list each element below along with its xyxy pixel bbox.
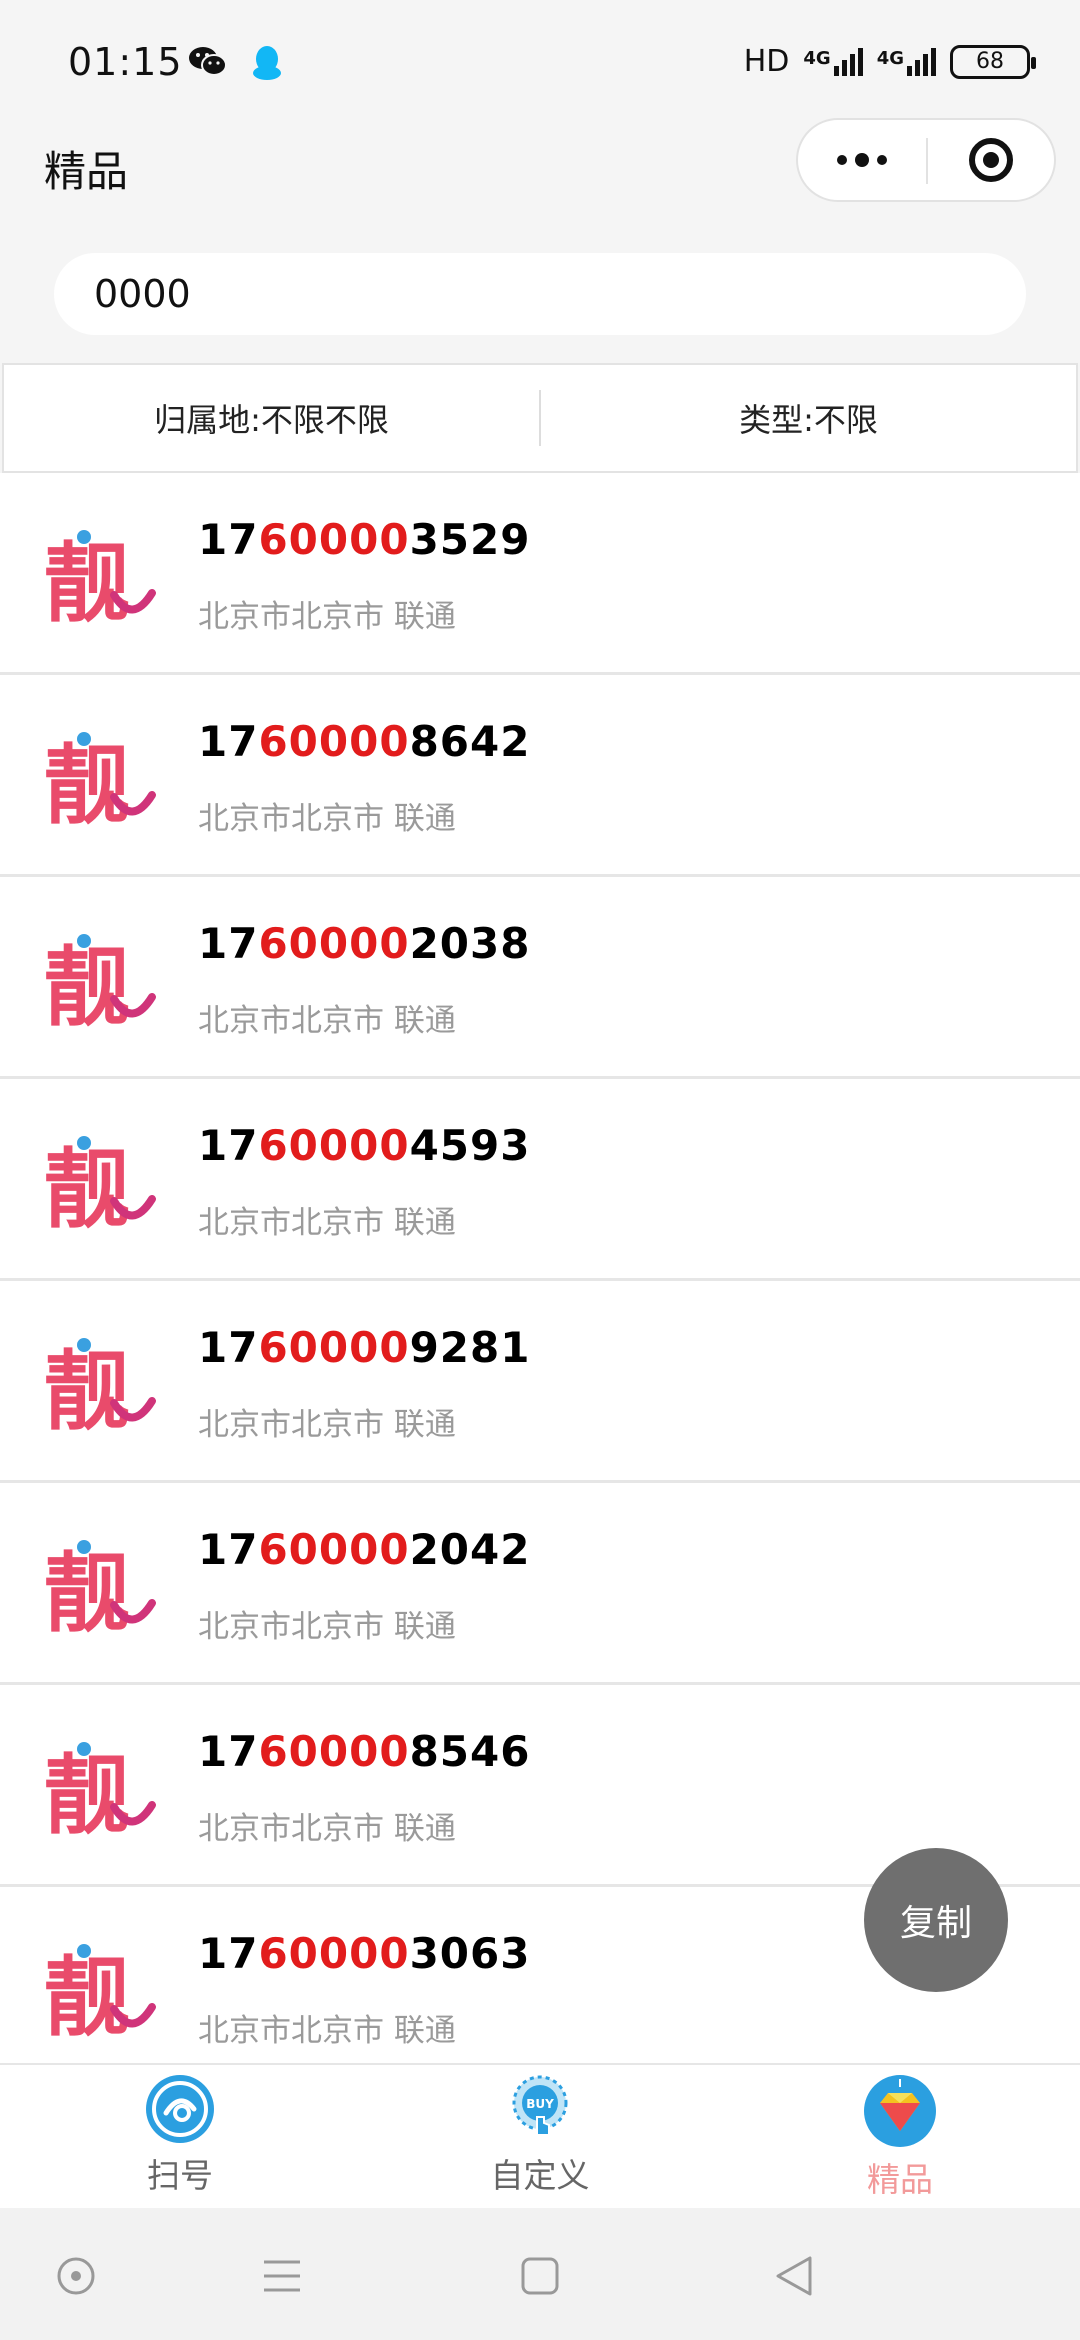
svg-text:靓: 靓 <box>44 1746 130 1845</box>
diamond-icon <box>864 2075 936 2147</box>
liang-logo-icon: 靓 <box>44 1742 156 1845</box>
tab-scan[interactable]: 扫号 <box>0 2065 360 2210</box>
svg-text:靓: 靓 <box>44 1948 130 2047</box>
svg-text:靓: 靓 <box>44 938 130 1037</box>
wechat-icon <box>188 44 228 86</box>
phone-number: 17600003063 <box>198 1929 531 1978</box>
liang-logo-icon: 靓 <box>44 934 156 1037</box>
liang-logo-icon: 靓 <box>44 732 156 835</box>
navigation-bar: 精品 <box>0 110 1080 225</box>
list-item[interactable]: 靓 17600004593 北京市北京市 联通 <box>0 1079 1080 1281</box>
battery-icon: 68 <box>950 44 1036 79</box>
menu-icon[interactable] <box>262 2258 302 2294</box>
system-nav-bar <box>0 2208 1080 2340</box>
search-input[interactable] <box>54 253 1026 335</box>
svg-text:靓: 靓 <box>44 1342 130 1441</box>
buy-icon: BUY <box>512 2075 568 2136</box>
number-location: 北京市北京市 联通 <box>198 599 456 635</box>
tab-custom-label: 自定义 <box>490 2156 590 2195</box>
tab-premium[interactable]: 精品 <box>720 2065 1080 2210</box>
battery-level: 68 <box>976 49 1004 74</box>
phone-number: 17600009281 <box>198 1323 531 1372</box>
phone-number: 17600002042 <box>198 1525 531 1574</box>
number-location: 北京市北京市 联通 <box>198 1003 456 1039</box>
liang-logo-icon: 靓 <box>44 1136 156 1239</box>
liang-logo-icon: 靓 <box>44 530 156 633</box>
svg-text:靓: 靓 <box>44 534 130 633</box>
list-item[interactable]: 靓 17600003529 北京市北京市 联通 <box>0 473 1080 675</box>
phone-number: 17600008642 <box>198 717 531 766</box>
phone-number: 17600004593 <box>198 1121 531 1170</box>
number-location: 北京市北京市 联通 <box>198 1811 456 1847</box>
list-item[interactable]: 靓 17600002038 北京市北京市 联通 <box>0 877 1080 1079</box>
more-icon[interactable] <box>798 120 926 200</box>
svg-text:靓: 靓 <box>44 736 130 835</box>
svg-text:靓: 靓 <box>44 1140 130 1239</box>
tab-custom[interactable]: BUY 自定义 <box>360 2065 720 2210</box>
back-icon[interactable] <box>774 2254 814 2298</box>
filter-type[interactable]: 类型:不限 <box>541 395 1076 441</box>
liang-logo-icon: 靓 <box>44 1944 156 2047</box>
list-item[interactable]: 靓 17600008642 北京市北京市 联通 <box>0 675 1080 877</box>
filter-bar: 归属地:不限不限 类型:不限 <box>2 363 1078 473</box>
number-location: 北京市北京市 联通 <box>198 1407 456 1443</box>
hd-label: HD <box>743 44 790 79</box>
svg-text:靓: 靓 <box>44 1544 130 1643</box>
mini-program-capsule <box>796 118 1056 202</box>
phone-number: 17600003529 <box>198 515 531 564</box>
copy-button[interactable]: 复制 <box>864 1848 1008 1992</box>
number-location: 北京市北京市 联通 <box>198 1609 456 1645</box>
scan-icon <box>146 2075 214 2143</box>
number-list: 靓 17600003529 北京市北京市 联通 靓 17600008642 北京… <box>0 473 1080 2063</box>
number-location: 北京市北京市 联通 <box>198 2013 456 2049</box>
liang-logo-icon: 靓 <box>44 1338 156 1441</box>
liang-logo-icon: 靓 <box>44 1540 156 1643</box>
phone-number: 17600008546 <box>198 1727 531 1776</box>
assistant-icon[interactable] <box>56 2256 96 2296</box>
number-location: 北京市北京市 联通 <box>198 1205 456 1241</box>
page-title: 精品 <box>44 147 129 196</box>
signal-icon-2: 4G <box>877 47 936 76</box>
list-item[interactable]: 靓 17600002042 北京市北京市 联通 <box>0 1483 1080 1685</box>
list-item[interactable]: 靓 17600009281 北京市北京市 联通 <box>0 1281 1080 1483</box>
svg-text:BUY: BUY <box>526 2097 554 2111</box>
tab-scan-label: 扫号 <box>147 2156 213 2195</box>
qq-icon <box>250 44 284 86</box>
number-location: 北京市北京市 联通 <box>198 801 456 837</box>
status-indicators: HD 4G 4G 68 <box>743 44 1036 79</box>
phone-number: 17600002038 <box>198 919 531 968</box>
status-time: 01:15 <box>68 40 183 84</box>
signal-icon: 4G <box>803 47 863 76</box>
filter-location[interactable]: 归属地:不限不限 <box>4 395 539 441</box>
tab-premium-label: 精品 <box>867 2160 933 2199</box>
search-section <box>0 225 1080 362</box>
close-target-icon[interactable] <box>928 120 1054 200</box>
home-icon[interactable] <box>520 2256 560 2296</box>
tab-bar: 扫号 BUY 自定义 精品 <box>0 2063 1080 2210</box>
status-app-icons <box>188 44 284 86</box>
